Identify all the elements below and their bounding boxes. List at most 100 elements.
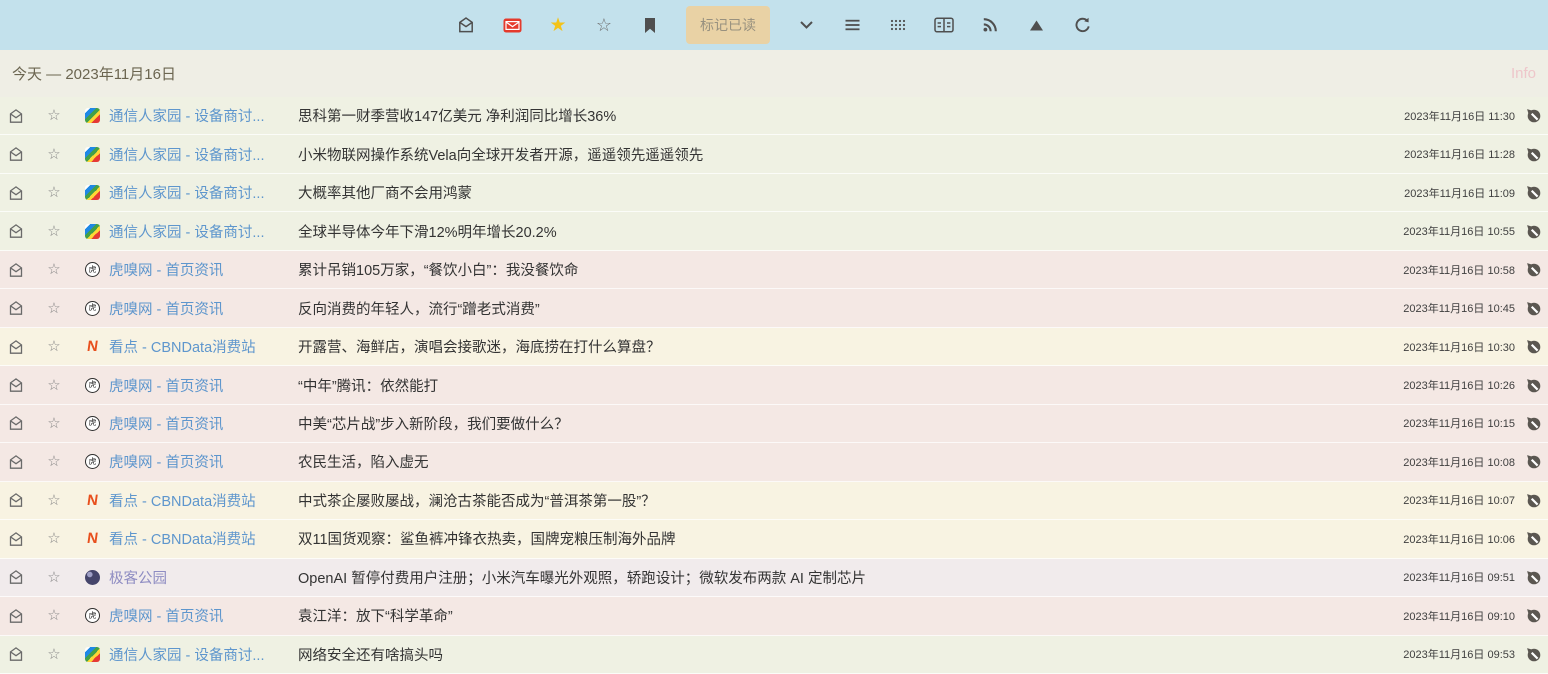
article-row[interactable]: ☆ 通信人家园 - 设备商讨... 网络安全还有啥搞头吗 2023年11月16日… xyxy=(0,636,1548,674)
article-title[interactable]: 网络安全还有啥搞头吗 xyxy=(298,644,443,665)
unread-envelope-icon[interactable] xyxy=(8,262,25,278)
feed-link[interactable]: 看点 - CBNData消费站 xyxy=(109,490,281,511)
article-row[interactable]: ☆ N 看点 - CBNData消费站 中式茶企屡败屡战，澜沧古茶能否成为“普洱… xyxy=(0,482,1548,520)
article-title[interactable]: 双11国货观察：鲨鱼裤冲锋衣热卖，国牌宠粮压制海外品牌 xyxy=(298,528,676,549)
article-row[interactable]: ☆ N 看点 - CBNData消费站 双11国货观察：鲨鱼裤冲锋衣热卖，国牌宠… xyxy=(0,520,1548,558)
star-toggle-icon[interactable]: ☆ xyxy=(46,608,62,623)
publish-icon[interactable] xyxy=(1526,108,1541,123)
star-toggle-icon[interactable]: ☆ xyxy=(46,570,62,585)
article-row[interactable]: ☆ 虎 虎嗅网 - 首页资讯 袁江洋：放下“科学革命” 2023年11月16日 … xyxy=(0,597,1548,635)
star-toggle-icon[interactable]: ☆ xyxy=(46,647,62,662)
article-title[interactable]: 中式茶企屡败屡战，澜沧古茶能否成为“普洱茶第一股”？ xyxy=(298,490,656,511)
feed-link[interactable]: 通信人家园 - 设备商讨... xyxy=(109,144,281,165)
article-row[interactable]: ☆ 虎 虎嗅网 - 首页资讯 中美“芯片战”步入新阶段，我们要做什么？ 2023… xyxy=(0,405,1548,443)
feed-link[interactable]: 极客公园 xyxy=(109,567,281,588)
article-title[interactable]: 反向消费的年轻人，流行“蹭老式消费” xyxy=(298,298,540,319)
star-toggle-icon[interactable]: ☆ xyxy=(46,262,62,277)
feed-link[interactable]: 看点 - CBNData消费站 xyxy=(109,336,281,357)
list-icon[interactable] xyxy=(842,15,862,35)
publish-icon[interactable] xyxy=(1526,493,1541,508)
rss-icon[interactable] xyxy=(980,15,1000,35)
article-row[interactable]: ☆ 虎 虎嗅网 - 首页资讯 “中年”腾讯：依然能打 2023年11月16日 1… xyxy=(0,366,1548,404)
article-title[interactable]: 思科第一财季营收147亿美元 净利润同比增长36% xyxy=(298,105,616,126)
article-title[interactable]: “中年”腾讯：依然能打 xyxy=(298,375,438,396)
unread-envelope-icon[interactable] xyxy=(8,454,25,470)
chevron-down-icon[interactable] xyxy=(796,15,816,35)
star-toggle-icon[interactable]: ☆ xyxy=(46,378,62,393)
unread-envelope-icon[interactable] xyxy=(8,223,25,239)
unread-envelope-icon[interactable] xyxy=(8,531,25,547)
article-row[interactable]: ☆ 通信人家园 - 设备商讨... 大概率其他厂商不会用鸿蒙 2023年11月1… xyxy=(0,174,1548,212)
article-title[interactable]: 全球半导体今年下滑12%明年增长20.2% xyxy=(298,221,557,242)
publish-icon[interactable] xyxy=(1526,185,1541,200)
refresh-icon[interactable] xyxy=(1072,15,1092,35)
publish-icon[interactable] xyxy=(1526,147,1541,162)
feed-link[interactable]: 虎嗅网 - 首页资讯 xyxy=(109,375,281,396)
unread-envelope-icon[interactable] xyxy=(8,608,25,624)
unread-envelope-icon[interactable] xyxy=(8,339,25,355)
publish-icon[interactable] xyxy=(1526,262,1541,277)
unread-envelope-icon[interactable] xyxy=(8,377,25,393)
article-title[interactable]: 袁江洋：放下“科学革命” xyxy=(298,605,453,626)
publish-icon[interactable] xyxy=(1526,416,1541,431)
publish-icon[interactable] xyxy=(1526,531,1541,546)
unread-envelope-icon[interactable] xyxy=(8,300,25,316)
article-row[interactable]: ☆ 虎 虎嗅网 - 首页资讯 累计吊销105万家，“餐饮小白”：我没餐饮命 20… xyxy=(0,251,1548,289)
article-row[interactable]: ☆ 极客公园 OpenAI 暂停付费用户注册；小米汽车曝光外观照，轿跑设计；微软… xyxy=(0,559,1548,597)
article-title[interactable]: 开露营、海鲜店，演唱会接歌迷，海底捞在打什么算盘？ xyxy=(298,336,661,357)
article-title[interactable]: OpenAI 暂停付费用户注册；小米汽车曝光外观照，轿跑设计；微软发布两款 AI… xyxy=(298,567,866,588)
feed-link[interactable]: 虎嗅网 - 首页资讯 xyxy=(109,413,281,434)
article-title[interactable]: 累计吊销105万家，“餐饮小白”：我没餐饮命 xyxy=(298,259,578,280)
article-row[interactable]: ☆ N 看点 - CBNData消费站 开露营、海鲜店，演唱会接歌迷，海底捞在打… xyxy=(0,328,1548,366)
mark-read-button[interactable]: 标记已读 xyxy=(686,6,770,44)
feed-link[interactable]: 通信人家园 - 设备商讨... xyxy=(109,182,281,203)
unread-envelope-icon[interactable] xyxy=(8,146,25,162)
feed-link[interactable]: 通信人家园 - 设备商讨... xyxy=(109,105,281,126)
feed-link[interactable]: 虎嗅网 - 首页资讯 xyxy=(109,605,281,626)
article-row[interactable]: ☆ 虎 虎嗅网 - 首页资讯 农民生活，陷入虚无 2023年11月16日 10:… xyxy=(0,443,1548,481)
article-row[interactable]: ☆ 通信人家园 - 设备商讨... 全球半导体今年下滑12%明年增长20.2% … xyxy=(0,212,1548,250)
article-row[interactable]: ☆ 虎 虎嗅网 - 首页资讯 反向消费的年轻人，流行“蹭老式消费” 2023年1… xyxy=(0,289,1548,327)
unread-envelope-icon[interactable] xyxy=(8,415,25,431)
article-row[interactable]: ☆ 通信人家园 - 设备商讨... 小米物联网操作系统Vela向全球开发者开源，… xyxy=(0,135,1548,173)
unread-envelope-icon[interactable] xyxy=(8,646,25,662)
star-toggle-icon[interactable]: ☆ xyxy=(46,531,62,546)
publish-icon[interactable] xyxy=(1526,454,1541,469)
feed-link[interactable]: 通信人家园 - 设备商讨... xyxy=(109,221,281,242)
publish-icon[interactable] xyxy=(1526,301,1541,316)
triangle-up-icon[interactable] xyxy=(1026,15,1046,35)
feed-link[interactable]: 看点 - CBNData消费站 xyxy=(109,528,281,549)
grid-icon[interactable] xyxy=(888,15,908,35)
feed-link[interactable]: 虎嗅网 - 首页资讯 xyxy=(109,451,281,472)
book-icon[interactable] xyxy=(934,15,954,35)
unread-envelope-icon[interactable] xyxy=(8,185,25,201)
home-icon[interactable] xyxy=(456,15,476,35)
star-toggle-icon[interactable]: ☆ xyxy=(46,147,62,162)
star-toggle-icon[interactable]: ☆ xyxy=(46,224,62,239)
publish-icon[interactable] xyxy=(1526,378,1541,393)
star-toggle-icon[interactable]: ☆ xyxy=(46,108,62,123)
unread-envelope-icon[interactable] xyxy=(8,569,25,585)
article-title[interactable]: 中美“芯片战”步入新阶段，我们要做什么？ xyxy=(298,413,569,434)
publish-icon[interactable] xyxy=(1526,647,1541,662)
star-toggle-icon[interactable]: ☆ xyxy=(46,416,62,431)
publish-icon[interactable] xyxy=(1526,339,1541,354)
star-toggle-icon[interactable]: ☆ xyxy=(46,185,62,200)
star-toggle-icon[interactable]: ☆ xyxy=(46,339,62,354)
article-title[interactable]: 大概率其他厂商不会用鸿蒙 xyxy=(298,182,472,203)
publish-icon[interactable] xyxy=(1526,608,1541,623)
star-toggle-icon[interactable]: ☆ xyxy=(46,493,62,508)
unread-envelope-icon[interactable] xyxy=(8,108,25,124)
feed-link[interactable]: 虎嗅网 - 首页资讯 xyxy=(109,259,281,280)
feed-link[interactable]: 通信人家园 - 设备商讨... xyxy=(109,644,281,665)
article-title[interactable]: 农民生活，陷入虚无 xyxy=(298,451,429,472)
article-row[interactable]: ☆ 通信人家园 - 设备商讨... 思科第一财季营收147亿美元 净利润同比增长… xyxy=(0,97,1548,135)
bookmark-icon[interactable] xyxy=(640,15,660,35)
unread-envelope-icon[interactable] xyxy=(8,492,25,508)
star-toggle-icon[interactable]: ☆ xyxy=(46,301,62,316)
article-title[interactable]: 小米物联网操作系统Vela向全球开发者开源，遥遥领先遥遥领先 xyxy=(298,144,703,165)
star-toggle-icon[interactable]: ☆ xyxy=(46,454,62,469)
star-filled-icon[interactable]: ★ xyxy=(548,15,568,35)
mail-icon[interactable] xyxy=(502,15,522,35)
feed-link[interactable]: 虎嗅网 - 首页资讯 xyxy=(109,298,281,319)
